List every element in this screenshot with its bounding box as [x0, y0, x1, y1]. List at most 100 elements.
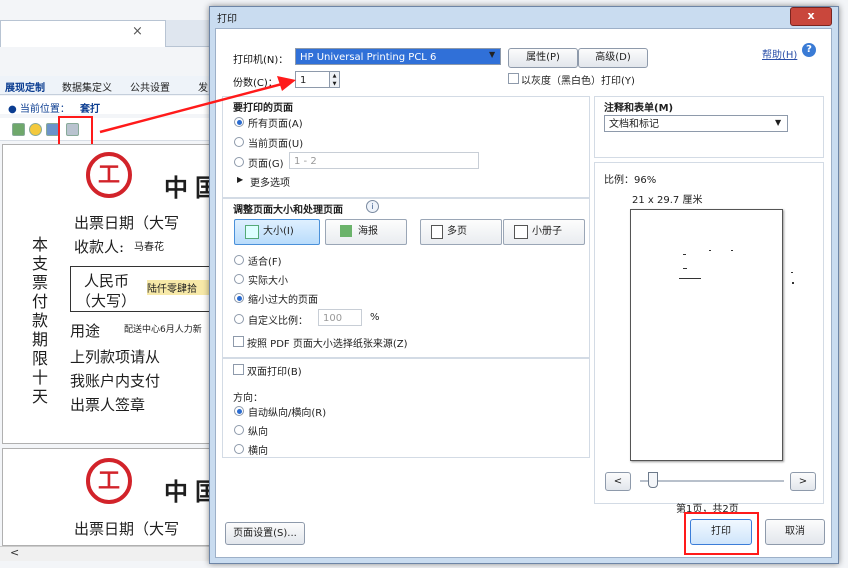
cancel-button[interactable]: 取消	[765, 519, 825, 545]
preview-mark	[709, 250, 711, 251]
preview-mark	[731, 250, 733, 251]
auto-orientation-label: 自动纵向/横向(R)	[248, 408, 327, 419]
bank-name-char: 中	[164, 477, 188, 506]
multiple-mode-button[interactable]: 多页	[420, 219, 502, 245]
radio-current-page[interactable]	[234, 137, 244, 147]
location-label: ● 当前位置：	[8, 104, 70, 115]
radio-pages-range[interactable]	[234, 157, 244, 167]
size-icon	[245, 225, 259, 239]
page-setup-button[interactable]: 页面设置(S)...	[225, 522, 305, 545]
poster-mode-button[interactable]: 海报	[325, 219, 407, 245]
help-link[interactable]: 帮助(H)	[762, 46, 797, 61]
size-mode-label: 大小(I)	[263, 226, 294, 237]
close-button[interactable]: x	[790, 7, 832, 26]
menu-item-display-custom[interactable]: 展现定制	[5, 79, 45, 94]
radio-actual-size[interactable]	[234, 274, 244, 284]
bank-logo: 工	[86, 458, 132, 504]
copies-stepper[interactable]: ▲ ▼	[329, 71, 340, 88]
multiple-pages-icon	[431, 225, 443, 239]
menu-item-public-settings[interactable]: 公共设置	[130, 79, 170, 94]
radio-fit[interactable]	[234, 255, 244, 265]
vertical-char: 十	[32, 368, 49, 387]
vertical-char: 支	[32, 254, 49, 273]
menu-item-truncated[interactable]: 发	[198, 79, 208, 94]
copies-label: 份数(C)：	[233, 78, 278, 89]
radio-portrait[interactable]	[234, 425, 244, 435]
issue-date-label: 出票日期（大写	[74, 214, 180, 232]
comments-group-title: 注释和表单(M)	[604, 103, 674, 114]
comments-select[interactable]: 文档和标记	[604, 115, 788, 132]
grayscale-label: 以灰度（黑白色）打印(Y)	[521, 76, 635, 87]
percent-label: %	[370, 312, 380, 323]
more-options-link[interactable]: 更多选项	[250, 174, 290, 189]
radio-shrink[interactable]	[234, 293, 244, 303]
radio-all-pages[interactable]	[234, 117, 244, 127]
issue-date-label: 出票日期（大写	[74, 520, 180, 538]
actual-size-label: 实际大小	[248, 276, 288, 287]
vertical-char: 款	[32, 311, 49, 330]
custom-scale-input[interactable]: 100	[318, 309, 362, 326]
comments-value: 文档和标记	[609, 119, 659, 130]
chevron-down-icon[interactable]: ▼	[775, 118, 781, 127]
duplex-label: 双面打印(B)	[247, 367, 302, 378]
printer-value: HP Universal Printing PCL 6	[300, 52, 437, 63]
cheque-line: 我账户内支付	[70, 372, 161, 390]
radio-custom-scale[interactable]	[234, 314, 244, 324]
booklet-mode-button[interactable]: 小册子	[503, 219, 585, 245]
bank-name-char-clipped: 国	[195, 477, 210, 506]
pdf-paper-source-checkbox[interactable]	[233, 336, 244, 347]
expand-triangle-icon[interactable]: ▶	[237, 175, 243, 184]
location-value: 套打	[80, 104, 100, 115]
grayscale-checkbox[interactable]	[508, 73, 519, 84]
refresh-icon[interactable]	[12, 123, 25, 136]
payee-label: 收款人:	[74, 238, 125, 256]
copies-input[interactable]: 1	[295, 71, 329, 88]
shrink-label: 缩小过大的页面	[248, 295, 318, 306]
dialog-title: 打印	[217, 14, 237, 25]
preview-mark	[679, 278, 701, 279]
rmb-sub-label: （大写）	[76, 292, 137, 310]
amount-value: 陆仟零肆拾	[147, 280, 210, 295]
page-slider-thumb[interactable]	[648, 472, 658, 488]
vertical-char: 票	[32, 273, 49, 292]
bank-name-char-clipped: 国	[195, 173, 210, 202]
custom-scale-label: 自定义比例：	[248, 316, 308, 327]
menu-item-dataset[interactable]: 数据集定义	[62, 79, 112, 94]
radio-auto-orientation[interactable]	[234, 406, 244, 416]
star-icon[interactable]	[29, 123, 42, 136]
pages-range-input[interactable]: 1 - 2	[289, 152, 479, 169]
paper-size-text: 21 x 29.7 厘米	[632, 195, 703, 206]
scroll-left-icon[interactable]: <	[10, 546, 19, 559]
orientation-title: 方向：	[233, 393, 263, 404]
vertical-char: 期	[32, 330, 49, 349]
preview-mark	[791, 272, 793, 273]
preview-mark	[683, 254, 686, 255]
all-pages-label: 所有页面(A)	[248, 119, 303, 130]
prev-page-button[interactable]: <	[605, 472, 631, 491]
pages-group-title: 要打印的页面	[233, 103, 293, 114]
scale-text: 比例：96%	[604, 175, 657, 186]
info-icon[interactable]: i	[366, 200, 379, 213]
tab-close-icon[interactable]: ×	[132, 24, 143, 39]
printer-label: 打印机(N)：	[233, 55, 289, 66]
fit-label: 适合(F)	[248, 257, 282, 268]
vertical-char: 限	[32, 349, 49, 368]
next-page-button[interactable]: >	[790, 472, 816, 491]
booklet-mode-label: 小册子	[532, 226, 562, 237]
help-icon[interactable]: ?	[802, 43, 816, 57]
advanced-button[interactable]: 高级(D)	[578, 48, 648, 68]
duplex-checkbox[interactable]	[233, 364, 244, 375]
page-preview	[630, 209, 794, 461]
rmb-label: 人民币	[84, 272, 130, 290]
printer-select[interactable]: HP Universal Printing PCL 6	[295, 48, 501, 65]
radio-landscape[interactable]	[234, 444, 244, 454]
pages-option-label: 页面(G)	[248, 159, 284, 170]
poster-mode-label: 海报	[358, 226, 378, 237]
payee-value: 马春花	[134, 242, 164, 253]
properties-button[interactable]: 属性(P)	[508, 48, 578, 68]
size-mode-button[interactable]: 大小(I)	[234, 219, 320, 245]
chevron-down-icon[interactable]: ▼	[489, 50, 495, 59]
page-slider-track[interactable]	[640, 480, 784, 482]
annotation-box-print-button	[684, 512, 759, 555]
horizontal-scrollbar[interactable]	[0, 546, 210, 561]
